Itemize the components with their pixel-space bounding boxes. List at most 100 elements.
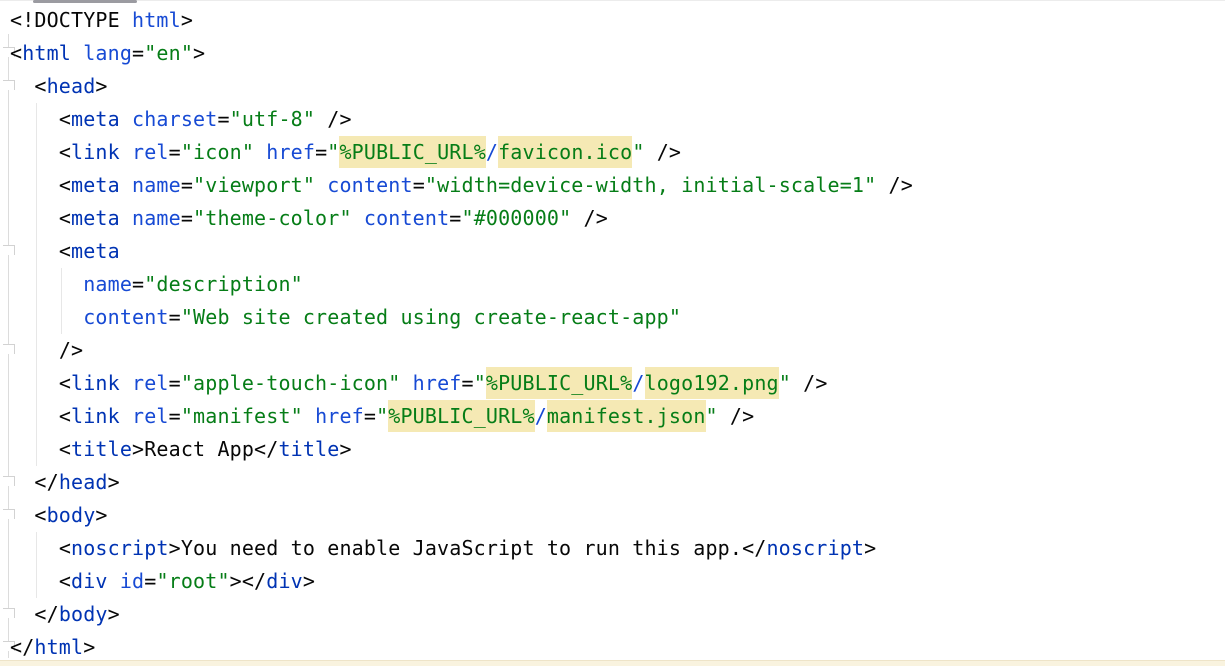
code-token: "apple-touch-icon" [181,371,401,395]
horizontal-scrollbar-thumb[interactable] [33,0,137,3]
code-line[interactable]: <div id="root"></div> [10,565,1225,598]
code-token: head [47,74,96,98]
code-line[interactable]: content="Web site created using create-r… [10,301,1225,334]
code-token: link [71,371,120,395]
code-token: noscript [71,536,169,560]
code-line[interactable]: /> [10,334,1225,367]
code-token: / [486,140,498,164]
code-line[interactable]: <link rel="manifest" href="%PUBLIC_URL%/… [10,400,1225,433]
top-border-line [0,0,1225,1]
code-line[interactable]: <body> [10,499,1225,532]
code-token: React App [144,437,254,461]
code-token: "root" [156,569,229,593]
code-token: > [864,536,876,560]
code-line[interactable]: </body> [10,598,1225,631]
code-token: rel [132,371,169,395]
code-token: > [169,536,181,560]
code-token: div [266,569,303,593]
code-token: html [22,41,71,65]
code-token: " [632,140,644,164]
code-token: head [59,470,108,494]
code-line[interactable]: <meta name="viewport" content="width=dev… [10,169,1225,202]
code-token: < [59,569,71,593]
code-token: > [108,602,120,626]
code-token: charset [132,107,217,131]
code-token: link [71,404,120,428]
code-token: content [364,206,449,230]
code-token: body [59,602,108,626]
code-token: > [339,437,351,461]
code-token: = [217,107,229,131]
code-editor[interactable]: <!DOCTYPE html><html lang="en"> <head> <… [0,0,1225,666]
code-token: "viewport" [193,173,315,197]
code-token: = [461,371,473,395]
code-token: /> [876,173,913,197]
code-token: </ [34,602,58,626]
code-token: rel [132,140,169,164]
code-token: < [59,371,71,395]
code-token: name [83,272,132,296]
code-token: = [169,305,181,329]
code-line[interactable]: <meta name="theme-color" content="#00000… [10,202,1225,235]
code-line[interactable]: <title>React App</title> [10,433,1225,466]
code-token: > [132,437,144,461]
code-token: = [413,173,425,197]
code-line[interactable]: <noscript>You need to enable JavaScript … [10,532,1225,565]
code-token: id [120,569,144,593]
code-token: content [83,305,168,329]
code-token: < [59,437,71,461]
code-token: /> [718,404,755,428]
code-token: = [169,404,181,428]
code-token: "width=device-width, initial-scale=1" [425,173,876,197]
code-token: rel [132,404,169,428]
code-token: "utf-8" [230,107,315,131]
code-token [315,173,327,197]
code-token: = [132,41,144,65]
code-token: lang [83,41,132,65]
code-line[interactable]: <meta [10,235,1225,268]
code-line[interactable]: <html lang="en"> [10,37,1225,70]
code-token: " [779,371,791,395]
code-token [108,569,120,593]
code-token: meta [71,206,120,230]
code-token: meta [71,107,120,131]
code-token: = [364,404,376,428]
code-token: %PUBLIC_URL% [388,400,534,432]
code-line[interactable]: <head> [10,70,1225,103]
code-token: logo192.png [645,367,779,399]
code-token: href [266,140,315,164]
code-token [120,371,132,395]
code-line[interactable]: <link rel="icon" href="%PUBLIC_URL%/favi… [10,136,1225,169]
code-token: </ [254,437,278,461]
code-token: > [83,635,95,659]
code-token: "manifest" [181,404,303,428]
code-token: noscript [766,536,864,560]
code-line[interactable]: <!DOCTYPE html> [10,4,1225,37]
code-token: > [303,569,315,593]
code-token: < [59,536,71,560]
code-line[interactable]: name="description" [10,268,1225,301]
code-token: </ [242,569,266,593]
code-token: html [132,8,181,32]
code-token: < [10,41,22,65]
code-token: > [193,41,205,65]
code-token [303,404,315,428]
code-token [254,140,266,164]
code-token: content [327,173,412,197]
code-token: meta [71,173,120,197]
code-line[interactable]: </head> [10,466,1225,499]
code-token: href [413,371,462,395]
code-token: " [327,140,339,164]
code-token: /> [791,371,828,395]
code-token: > [230,569,242,593]
code-token: > [95,503,107,527]
code-token: < [59,107,71,131]
code-token [120,107,132,131]
code-token: = [169,371,181,395]
code-token: < [59,404,71,428]
code-line[interactable]: <link rel="apple-touch-icon" href="%PUBL… [10,367,1225,400]
code-lines[interactable]: <!DOCTYPE html><html lang="en"> <head> <… [10,4,1225,664]
code-line[interactable]: <meta charset="utf-8" /> [10,103,1225,136]
code-token: = [315,140,327,164]
code-token [400,371,412,395]
